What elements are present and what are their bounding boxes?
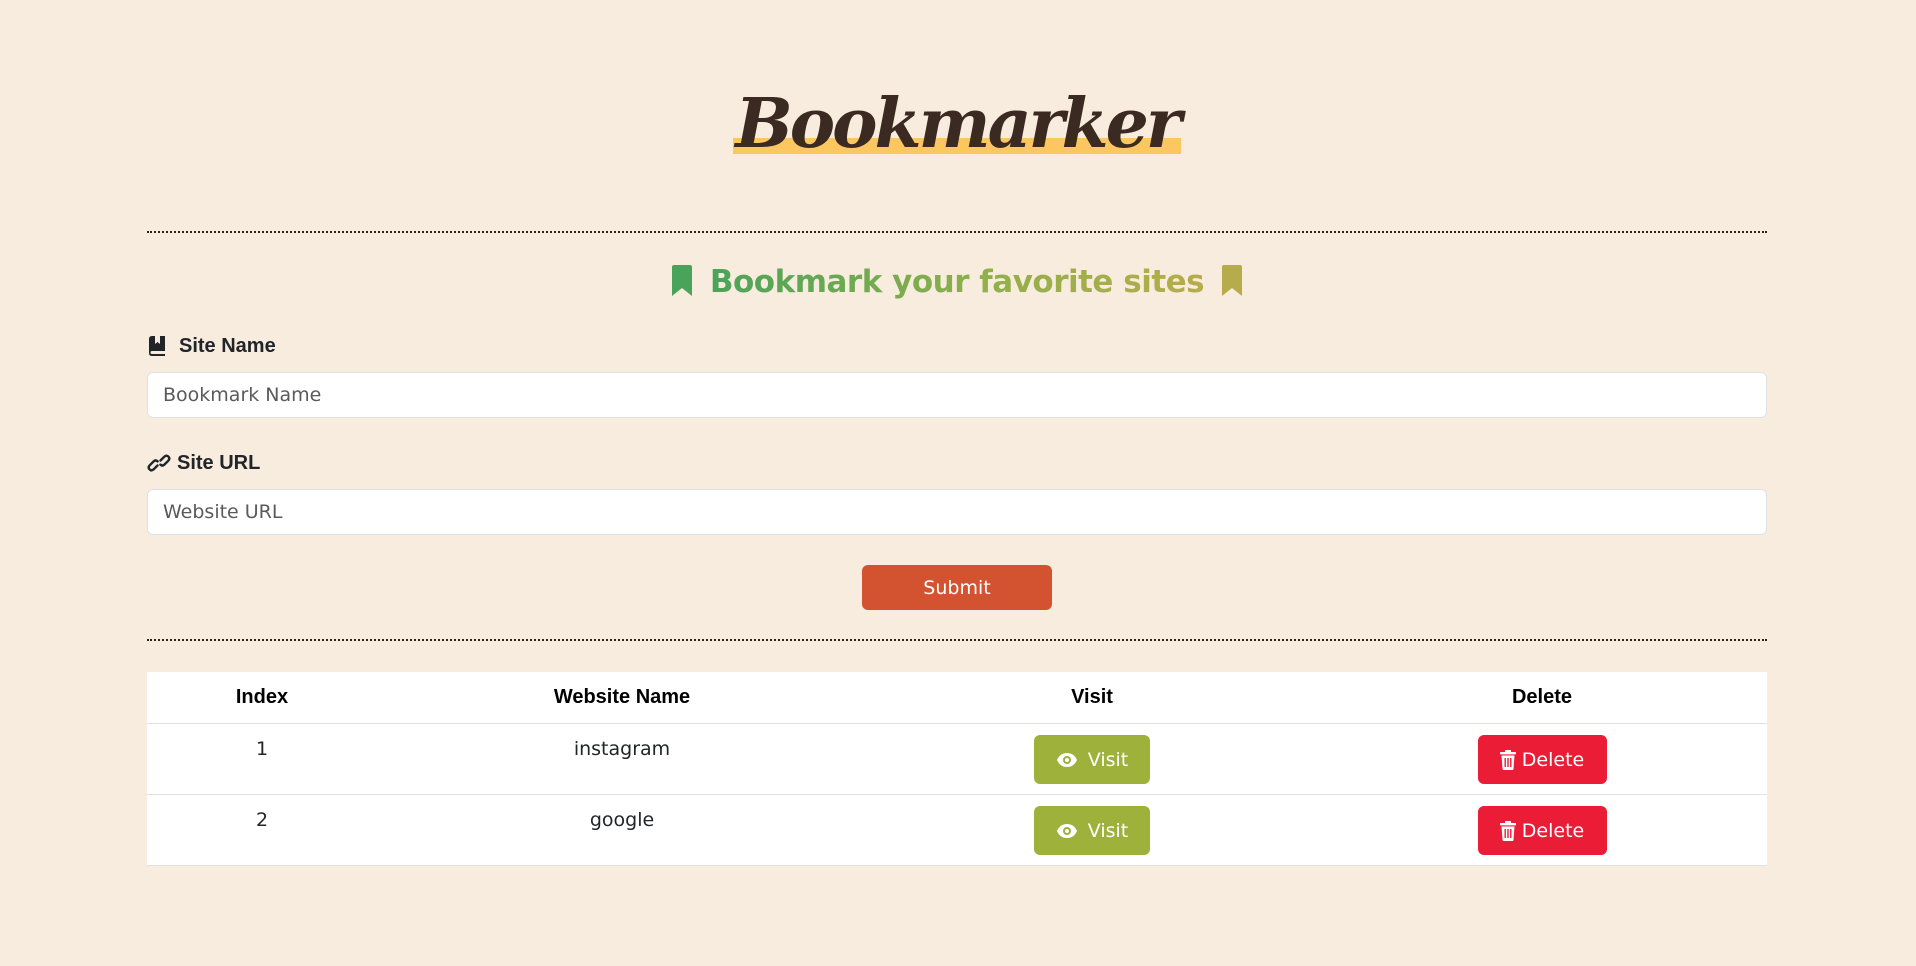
bookmark-icon-right (1221, 265, 1242, 296)
site-name-input[interactable] (147, 372, 1767, 418)
table-header-row: Index Website Name Visit Delete (147, 672, 1767, 724)
row-website-name: google (377, 794, 867, 866)
header: Bookmarker (147, 84, 1767, 164)
row-index: 1 (147, 723, 377, 795)
delete-button[interactable]: Delete (1477, 735, 1607, 784)
table-row: 2 google Visit Delete (147, 794, 1767, 866)
header-visit: Visit (867, 672, 1317, 724)
bookmark-icon-left (672, 265, 693, 296)
bookmarks-table: Index Website Name Visit Delete 1 instag… (147, 672, 1767, 866)
eye-icon (1056, 823, 1077, 838)
delete-cell: Delete (1317, 794, 1767, 866)
subtitle-text: Bookmark your favorite sites (709, 264, 1205, 300)
site-url-label: Site URL (147, 451, 260, 475)
top-divider (147, 231, 1767, 233)
delete-button[interactable]: Delete (1477, 806, 1607, 855)
delete-cell: Delete (1317, 723, 1767, 795)
visit-button[interactable]: Visit (1034, 735, 1150, 784)
book-bookmark-icon (149, 336, 165, 356)
visit-button[interactable]: Visit (1034, 806, 1150, 855)
table-row: 1 instagram Visit Delete (147, 723, 1767, 795)
site-url-input[interactable] (147, 489, 1767, 535)
header-website-name: Website Name (377, 672, 867, 724)
header-index: Index (147, 672, 377, 724)
header-delete: Delete (1317, 672, 1767, 724)
bottom-divider (147, 639, 1767, 641)
subtitle: Bookmark your favorite sites (147, 262, 1767, 302)
link-icon (147, 454, 171, 472)
row-index: 2 (147, 794, 377, 866)
trash-icon (1499, 820, 1516, 841)
visit-cell: Visit (867, 723, 1317, 795)
submit-button[interactable]: Submit (862, 565, 1052, 610)
visit-cell: Visit (867, 794, 1317, 866)
site-name-label: Site Name (147, 334, 276, 358)
app-title: Bookmarker (733, 84, 1182, 164)
row-website-name: instagram (377, 723, 867, 795)
eye-icon (1056, 752, 1077, 767)
trash-icon (1499, 749, 1516, 770)
